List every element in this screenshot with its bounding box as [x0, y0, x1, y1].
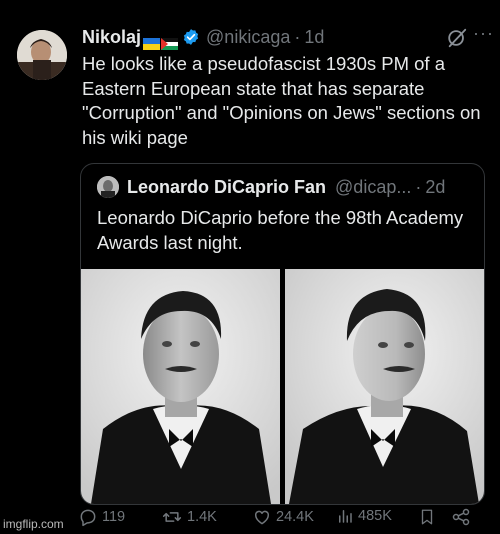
- repost-count: 1.4K: [187, 509, 217, 525]
- like-count: 24.4K: [276, 509, 314, 525]
- palestine-flag-icon: [161, 34, 179, 51]
- quote-text: Leonardo DiCaprio before the 98th Academ…: [97, 207, 464, 253]
- more-icon[interactable]: ···: [473, 23, 494, 44]
- bookmark-icon: [418, 507, 436, 527]
- share-icon: [451, 507, 471, 527]
- reply-icon: [78, 507, 98, 527]
- views-button[interactable]: 485K: [336, 507, 392, 525]
- display-name[interactable]: Nikolaj: [82, 27, 141, 47]
- views-count: 485K: [358, 508, 392, 524]
- ukraine-flag-icon: [143, 34, 161, 51]
- share-button[interactable]: [451, 507, 471, 527]
- quote-display-name[interactable]: Leonardo DiCaprio Fan: [127, 177, 326, 197]
- quote-timestamp: 2d: [425, 177, 446, 197]
- avatar[interactable]: [17, 30, 67, 80]
- quote-photo-1[interactable]: [81, 269, 280, 504]
- quote-header: Leonardo DiCaprio Fan @dicap... · 2d: [97, 176, 445, 198]
- views-icon: [336, 507, 354, 525]
- verified-icon: [182, 28, 200, 51]
- grok-icon[interactable]: [446, 27, 468, 54]
- repost-button[interactable]: 1.4K: [161, 507, 217, 527]
- reply-button[interactable]: 119: [78, 507, 125, 527]
- quote-handle: @dicap...: [335, 177, 412, 197]
- quote-avatar: [97, 176, 119, 198]
- flag-emojis: [143, 29, 179, 51]
- like-icon: [252, 507, 272, 527]
- tweet-text: He looks like a pseudofascist 1930s PM o…: [82, 53, 481, 148]
- quote-separator: ·: [415, 177, 422, 197]
- handle[interactable]: @nikicaga: [206, 27, 290, 47]
- separator: ·: [294, 27, 301, 47]
- repost-icon: [161, 507, 183, 527]
- action-bar: 119 1.4K 24.4K 485K: [78, 507, 478, 533]
- bookmark-button[interactable]: [418, 507, 436, 527]
- tweet-header: Nikolaj @nikicaga · 1d ···: [82, 23, 493, 54]
- timestamp[interactable]: 1d: [304, 27, 324, 47]
- quote-photo-2[interactable]: [285, 269, 484, 504]
- quoted-tweet[interactable]: Leonardo DiCaprio Fan @dicap... · 2d Leona…: [80, 163, 485, 505]
- reply-count: 119: [102, 509, 126, 525]
- watermark: imgflip.com: [3, 517, 64, 531]
- like-button[interactable]: 24.4K: [252, 507, 314, 527]
